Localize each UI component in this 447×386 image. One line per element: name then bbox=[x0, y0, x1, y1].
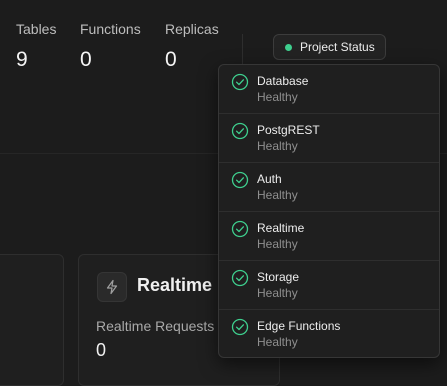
status-item-edge-functions[interactable]: Edge Functions Healthy bbox=[219, 310, 439, 359]
service-status: Healthy bbox=[257, 90, 298, 104]
status-dot-icon bbox=[285, 43, 292, 51]
service-status: Healthy bbox=[257, 286, 298, 300]
project-status-label: Project Status bbox=[300, 40, 375, 54]
service-name: PostgREST bbox=[257, 123, 320, 137]
stat-label: Functions bbox=[80, 21, 141, 37]
metric-label: Realtime Requests bbox=[96, 318, 215, 334]
stat-tables: Tables 9 bbox=[16, 20, 56, 72]
service-name: Database bbox=[257, 74, 309, 88]
service-status: Healthy bbox=[257, 335, 298, 349]
check-circle-icon bbox=[231, 318, 249, 336]
service-status: Healthy bbox=[257, 237, 298, 251]
stat-value: 0 bbox=[80, 48, 92, 71]
project-status-button[interactable]: Project Status bbox=[273, 34, 386, 60]
status-item-postgrest[interactable]: PostgREST Healthy bbox=[219, 114, 439, 163]
service-name: Realtime bbox=[257, 221, 305, 235]
stat-replicas: Replicas 0 bbox=[165, 20, 219, 72]
usage-card-partial bbox=[0, 254, 64, 386]
check-circle-icon bbox=[231, 220, 249, 238]
check-circle-icon bbox=[231, 122, 249, 140]
status-item-storage[interactable]: Storage Healthy bbox=[219, 261, 439, 310]
check-circle-icon bbox=[231, 269, 249, 287]
stat-functions: Functions 0 bbox=[80, 20, 141, 72]
project-status-dropdown: Database Healthy PostgREST Healthy Auth … bbox=[218, 64, 440, 358]
status-item-auth[interactable]: Auth Healthy bbox=[219, 163, 439, 212]
status-item-database[interactable]: Database Healthy bbox=[219, 65, 439, 114]
stat-label: Replicas bbox=[165, 21, 219, 37]
service-status: Healthy bbox=[257, 188, 298, 202]
lightning-icon bbox=[97, 272, 127, 302]
status-item-realtime[interactable]: Realtime Healthy bbox=[219, 212, 439, 261]
service-name: Storage bbox=[257, 270, 300, 284]
service-name: Edge Functions bbox=[257, 319, 341, 333]
metric-value: 0 bbox=[96, 340, 107, 360]
service-status: Healthy bbox=[257, 139, 298, 153]
service-name: Auth bbox=[257, 172, 282, 186]
check-circle-icon bbox=[231, 73, 249, 91]
stat-value: 0 bbox=[165, 48, 177, 71]
check-circle-icon bbox=[231, 171, 249, 189]
card-title: Realtime bbox=[137, 275, 213, 295]
stat-value: 9 bbox=[16, 48, 28, 71]
stat-label: Tables bbox=[16, 21, 57, 37]
